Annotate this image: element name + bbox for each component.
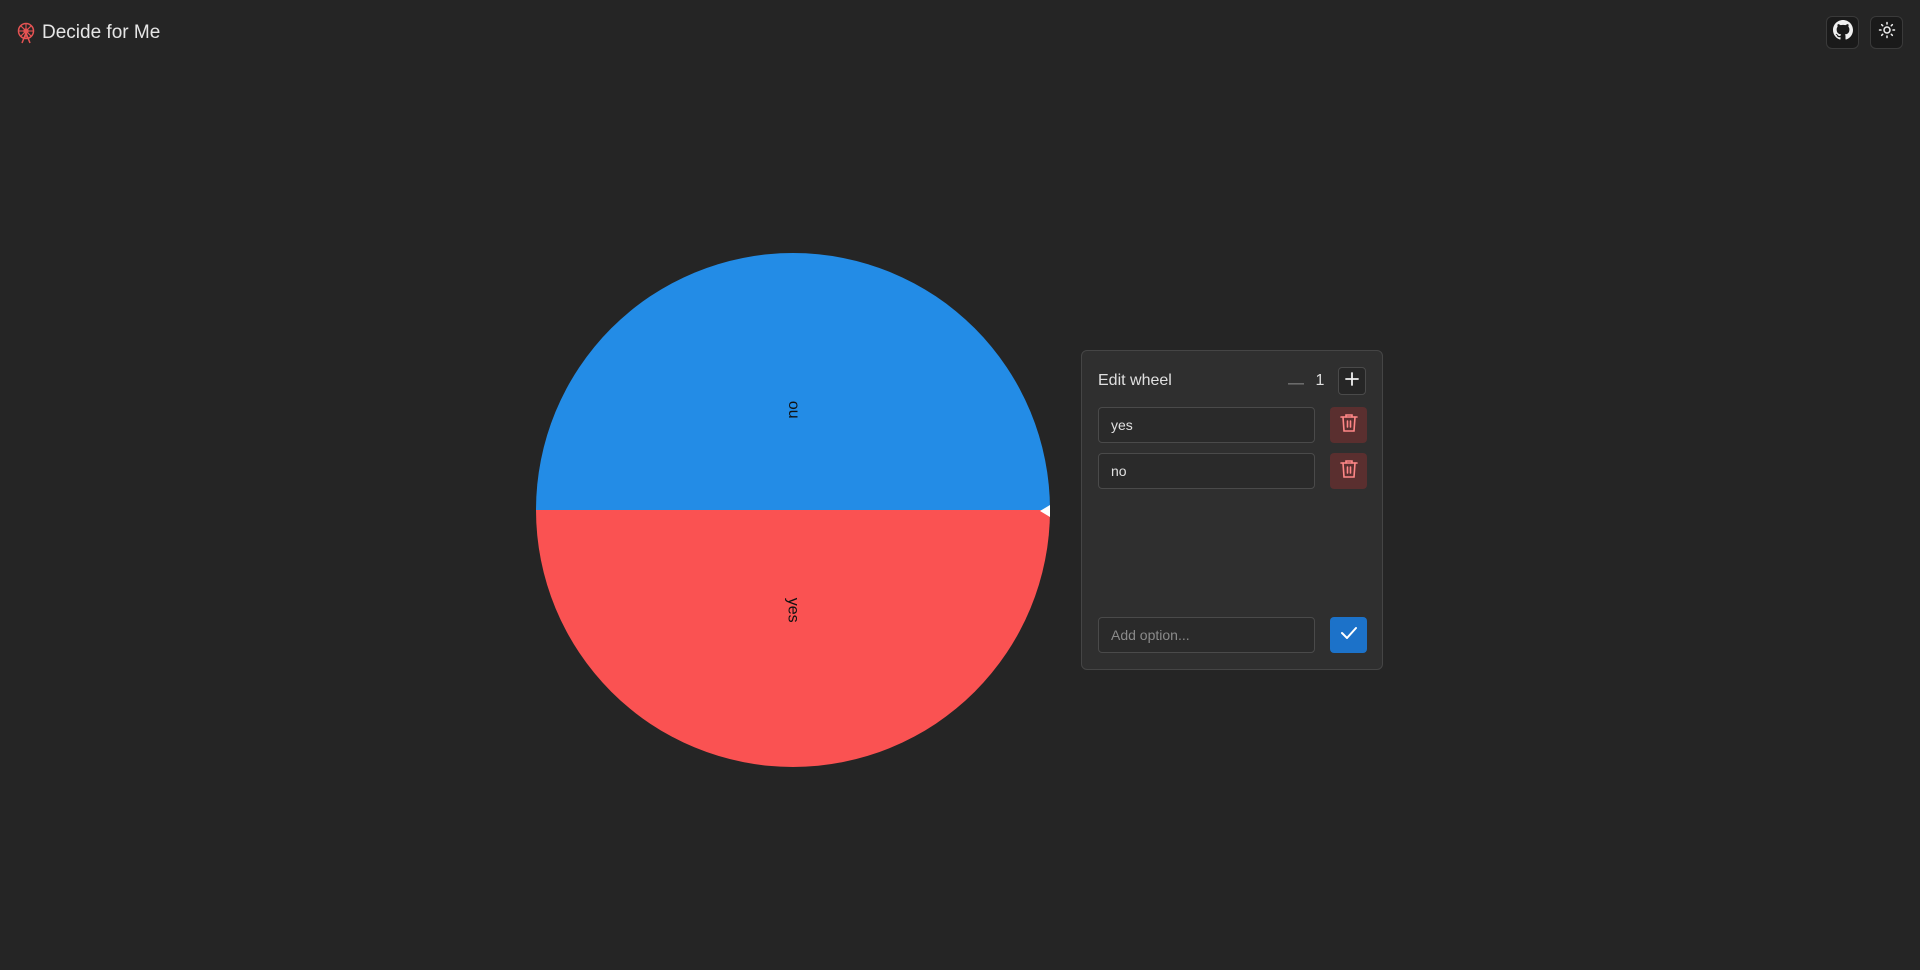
wheel-segment-label: no xyxy=(785,401,802,419)
app-title: Decide for Me xyxy=(42,22,161,43)
option-input[interactable] xyxy=(1098,453,1315,489)
delete-option-button[interactable] xyxy=(1330,407,1367,443)
minus-icon xyxy=(1288,372,1304,390)
trash-icon xyxy=(1339,459,1358,484)
decision-wheel[interactable]: no yes xyxy=(536,253,1050,767)
github-button[interactable] xyxy=(1826,16,1859,49)
option-input[interactable] xyxy=(1098,407,1315,443)
edit-wheel-panel: Edit wheel 1 xyxy=(1081,350,1383,670)
delete-option-button[interactable] xyxy=(1330,453,1367,489)
decrement-button[interactable] xyxy=(1284,367,1308,395)
wheel-segment xyxy=(536,253,1050,510)
increment-button[interactable] xyxy=(1338,367,1366,395)
add-option-button[interactable] xyxy=(1330,617,1367,653)
wheel-pointer-icon xyxy=(1037,504,1051,522)
stepper-value: 1 xyxy=(1315,372,1325,389)
trash-icon xyxy=(1339,413,1358,438)
checkmark-icon xyxy=(1340,626,1358,645)
plus-icon xyxy=(1345,371,1359,391)
wheel-segment-label: yes xyxy=(785,598,802,623)
panel-title: Edit wheel xyxy=(1098,372,1172,389)
ferris-wheel-icon xyxy=(16,22,36,44)
github-icon xyxy=(1832,20,1853,45)
add-option-input[interactable] xyxy=(1098,617,1315,653)
wheel-segment xyxy=(536,510,1050,767)
app-header: Decide for Me xyxy=(0,0,1920,66)
sun-icon xyxy=(1878,21,1896,44)
theme-toggle-button[interactable] xyxy=(1870,16,1903,49)
